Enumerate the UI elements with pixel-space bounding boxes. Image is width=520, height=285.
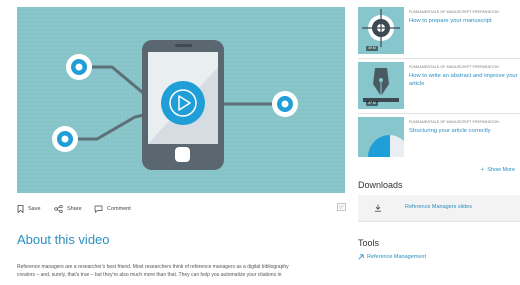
video-title-link[interactable]: Structuring your article correctly (409, 127, 519, 135)
play-icon (161, 81, 205, 125)
video-title-link[interactable]: How to prepare your manuscript (409, 17, 519, 25)
comment-icon (94, 205, 103, 213)
divider (358, 58, 520, 59)
video-thumbnail[interactable]: 49 M (358, 7, 404, 54)
duration-badge: 47 M (366, 101, 378, 106)
description-line: Reference managers are a researcher's be… (17, 264, 289, 270)
duration-badge: 49 M (366, 46, 378, 51)
series-label: FUNDAMENTALS OF MANUSCRIPT PREPARATION (409, 10, 499, 14)
node-icon (52, 126, 78, 152)
tool-link[interactable]: Reference Management (358, 254, 426, 260)
video-title-link[interactable]: How to write an abstract and improve you… (409, 72, 519, 88)
about-description: Reference managers are a researcher's be… (17, 263, 352, 279)
node-icon (66, 54, 92, 80)
show-more-label: Show More (487, 167, 516, 173)
download-link[interactable]: Reference Managers slides (405, 204, 472, 210)
related-video-item[interactable]: 47 M FUNDAMENTALS OF MANUSCRIPT PREPARAT… (358, 62, 520, 109)
plus-icon: + (481, 167, 485, 173)
video-actions: Save Share Comment (17, 200, 347, 220)
series-label: FUNDAMENTALS OF MANUSCRIPT PREPARATION (409, 65, 499, 69)
comment-button[interactable]: Comment (94, 205, 131, 213)
downloads-heading: Downloads (358, 180, 403, 190)
related-video-item[interactable]: 49 M FUNDAMENTALS OF MANUSCRIPT PREPARAT… (358, 7, 520, 54)
comment-label: Comment (107, 206, 131, 212)
pie-chart-icon (368, 135, 404, 157)
pen-nib-icon (363, 68, 399, 102)
target-icon (362, 9, 400, 47)
series-label: FUNDAMENTALS OF MANUSCRIPT PREPARATION (409, 120, 499, 124)
bookmark-icon (17, 205, 24, 213)
divider (358, 113, 520, 114)
tools-heading: Tools (358, 238, 380, 248)
video-player[interactable] (17, 7, 345, 193)
external-arrow-icon (358, 254, 364, 260)
show-more-link[interactable]: + Show More (481, 167, 515, 173)
save-label: Save (28, 206, 41, 212)
video-thumbnail[interactable] (358, 117, 404, 157)
save-button[interactable]: Save (17, 205, 41, 213)
share-button[interactable]: Share (54, 205, 82, 213)
download-item[interactable]: Reference Managers slides (358, 195, 520, 222)
tool-label: Reference Management (367, 254, 427, 260)
node-icon (272, 91, 298, 117)
transcript-icon[interactable] (337, 203, 347, 212)
download-icon (375, 204, 381, 212)
related-video-item[interactable]: FUNDAMENTALS OF MANUSCRIPT PREPARATION S… (358, 117, 520, 164)
description-line: creators – and, surely, that's true – bu… (17, 272, 282, 278)
about-heading: About this video (17, 232, 110, 247)
share-label: Share (67, 206, 82, 212)
video-illustration (17, 7, 345, 193)
video-thumbnail[interactable]: 47 M (358, 62, 404, 109)
share-icon (54, 205, 63, 213)
